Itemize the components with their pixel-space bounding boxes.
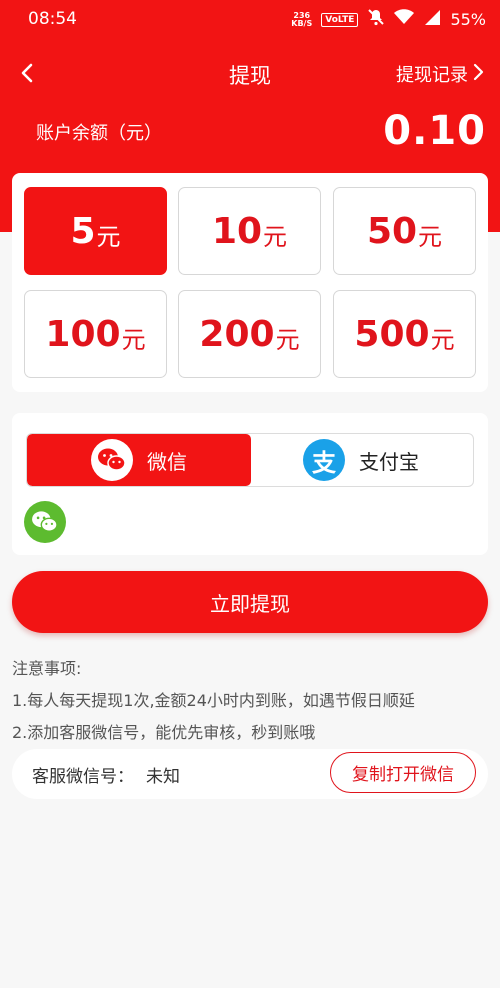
status-icons: 236 KB/S VoLTE 55% (291, 8, 486, 31)
amount-option-500[interactable]: 500 元 (333, 290, 476, 378)
notes-section: 注意事项: 1.每人每天提现1次,金额24小时内到账，如遇节假日顺延 2.添加客… (12, 653, 415, 749)
amount-unit: 元 (121, 325, 146, 354)
balance-label: 账户余额（元） (36, 123, 162, 144)
chevron-right-icon (472, 62, 484, 87)
payment-method-card: 微信 支 支付宝 (12, 413, 488, 555)
wifi-icon (394, 9, 415, 30)
amount-option-10[interactable]: 10 元 (178, 187, 321, 275)
withdraw-now-button[interactable]: 立即提现 (12, 571, 488, 633)
alipay-label: 支付宝 (359, 449, 419, 474)
battery-percent: 55% (450, 10, 486, 29)
nav-bar: 提现 提现记录 (0, 50, 500, 96)
amount-option-100[interactable]: 100 元 (24, 290, 167, 378)
amount-selector: 5元 10 元 50 元 100 元 200 元 500 元 (12, 173, 488, 392)
wechat-option[interactable]: 微信 (27, 434, 251, 486)
alipay-option[interactable]: 支 支付宝 (249, 434, 473, 486)
wechat-icon (24, 501, 66, 543)
amount-option-5[interactable]: 5元 (24, 187, 167, 275)
notes-title: 注意事项: (12, 659, 82, 678)
service-wechat-value: 未知 (146, 767, 180, 787)
amount-number: 200 (199, 313, 275, 355)
withdraw-record-label: 提现记录 (396, 65, 468, 86)
amount-unit: 元 (418, 222, 443, 251)
volte-badge: VoLTE (321, 12, 359, 27)
amount-number: 10 (211, 210, 263, 252)
speed-unit: KB/S (291, 18, 313, 28)
amount-number: 100 (45, 313, 121, 355)
network-speed: 236 KB/S (291, 11, 313, 28)
mute-icon (367, 8, 385, 31)
copy-open-wechat-button[interactable]: 复制打开微信 (330, 752, 476, 793)
note-item: 1.每人每天提现1次,金额24小时内到账，如遇节假日顺延 (12, 691, 415, 710)
alipay-icon: 支 (303, 439, 345, 481)
wechat-label: 微信 (147, 449, 187, 474)
payment-toggle: 微信 支 支付宝 (26, 433, 474, 487)
signal-icon (423, 9, 441, 30)
amount-unit: 元 (430, 325, 455, 354)
amount-unit: 元 (275, 325, 300, 354)
status-bar: 08:54 236 KB/S VoLTE 55% (0, 0, 500, 38)
balance-value: 0.10 (383, 108, 486, 154)
amount-option-200[interactable]: 200 元 (178, 290, 321, 378)
amount-unit: 元 (96, 222, 121, 251)
customer-service-row: 客服微信号： 未知 复制打开微信 (12, 749, 488, 799)
amount-option-50[interactable]: 50 元 (333, 187, 476, 275)
amount-number: 5 (70, 210, 96, 252)
status-time: 08:54 (28, 9, 77, 29)
note-item: 2.添加客服微信号，能优先审核，秒到账哦 (12, 723, 316, 742)
service-wechat-label: 客服微信号： (32, 767, 134, 787)
withdraw-record-link[interactable]: 提现记录 (396, 61, 484, 87)
amount-number: 500 (354, 313, 430, 355)
wechat-icon (91, 439, 133, 481)
amount-unit: 元 (263, 222, 288, 251)
amount-number: 50 (366, 210, 418, 252)
